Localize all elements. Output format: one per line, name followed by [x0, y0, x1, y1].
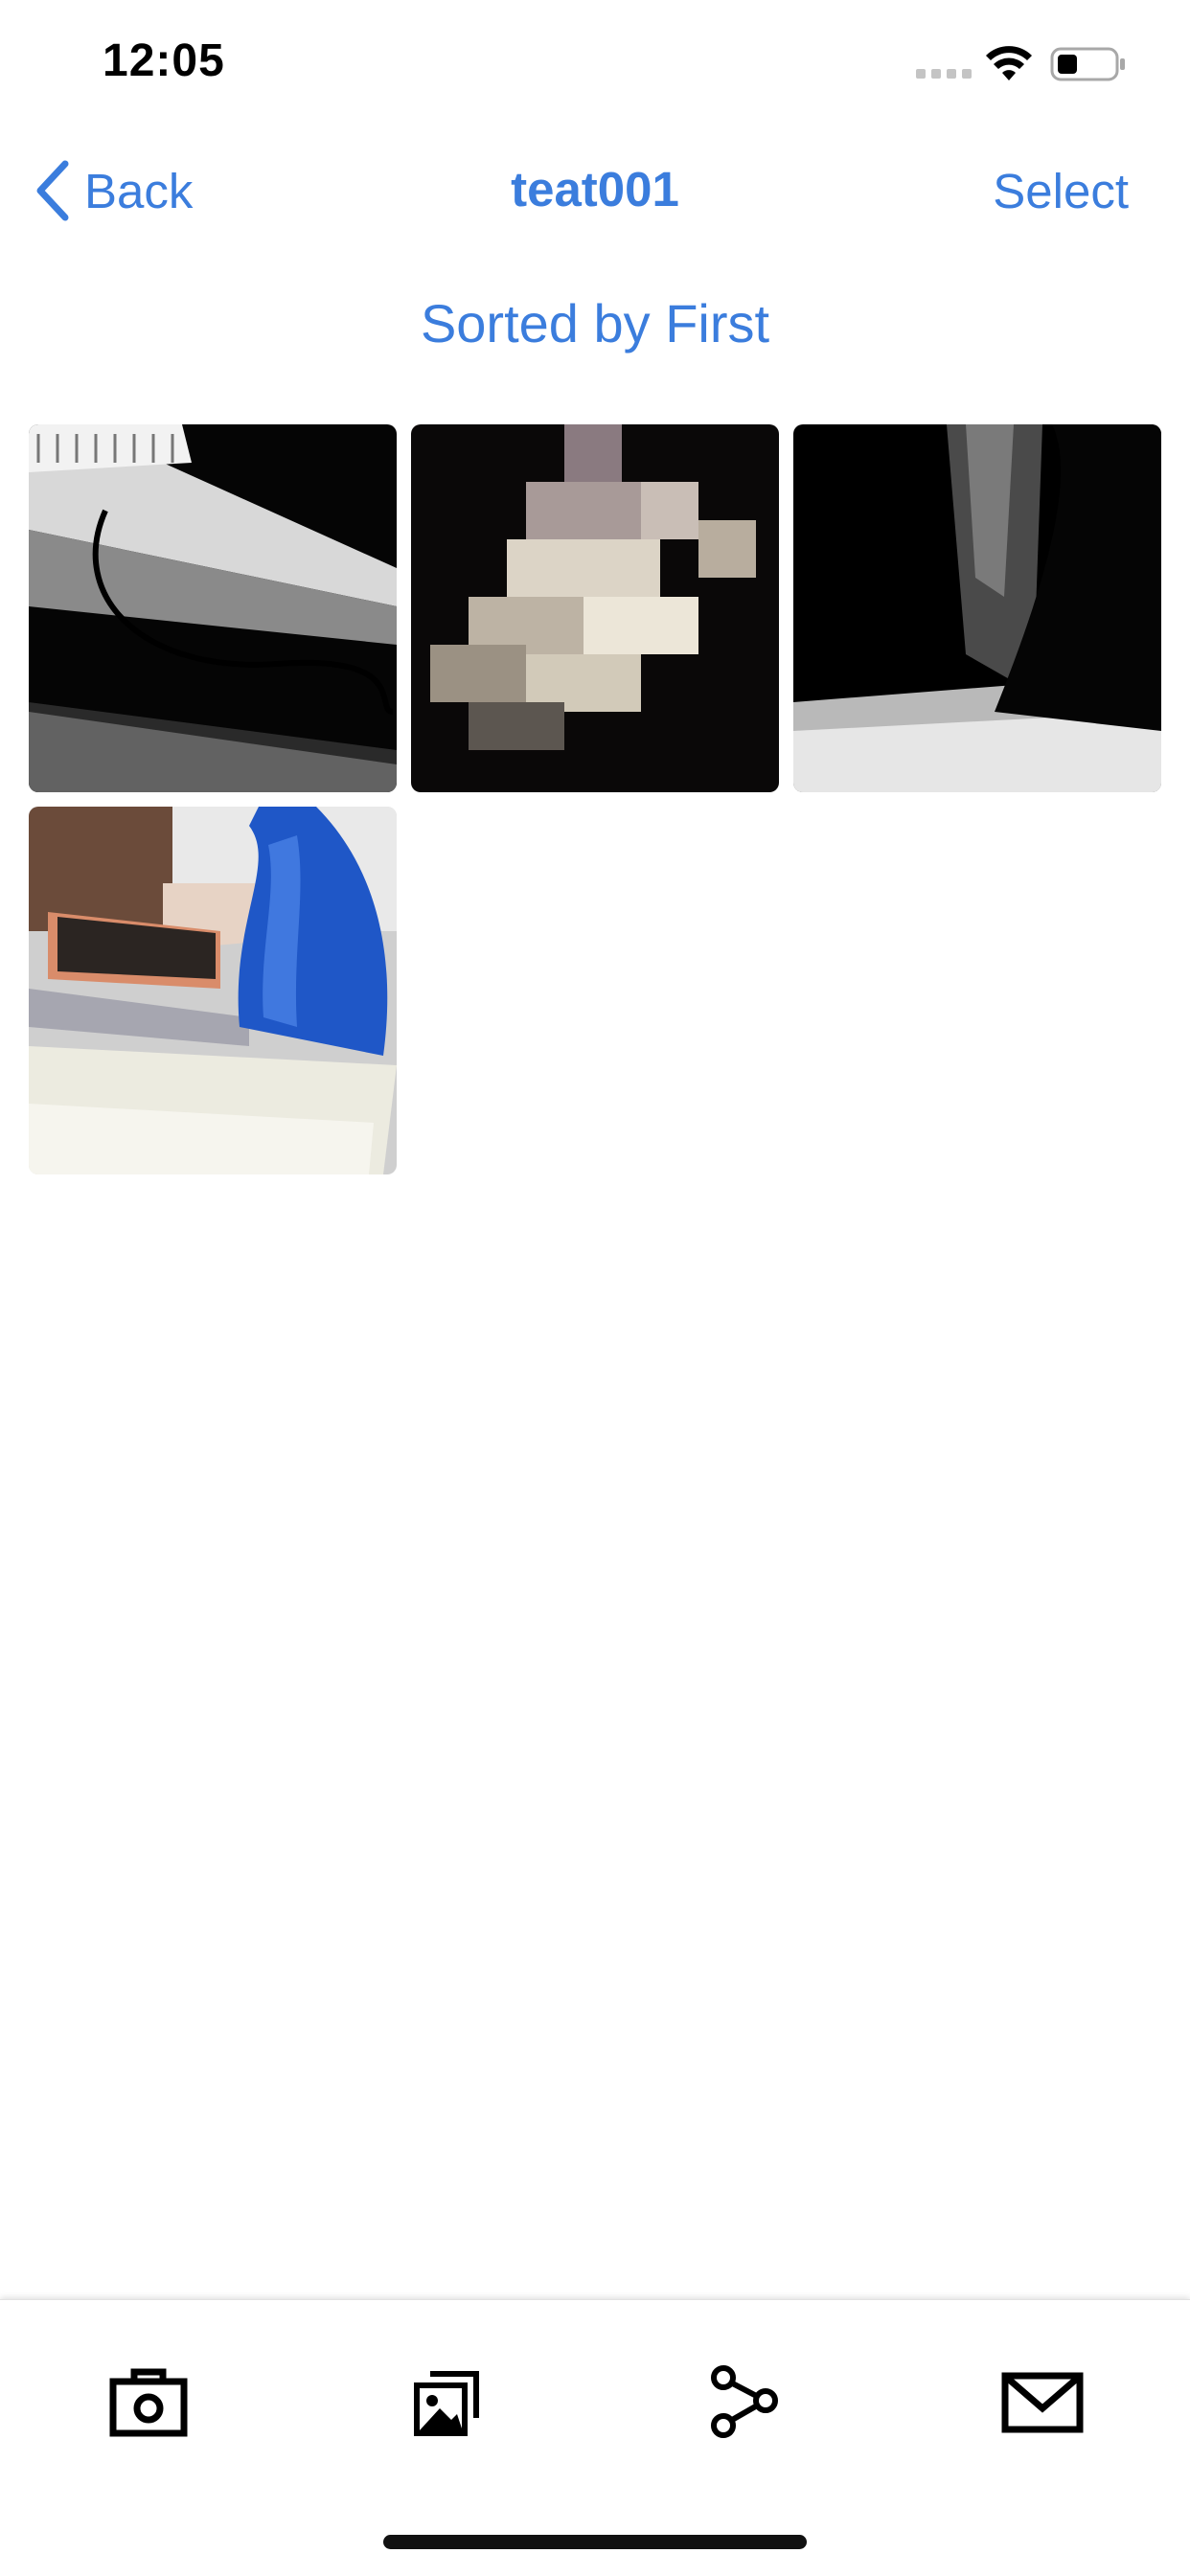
- gallery-icon: [414, 2371, 479, 2436]
- wifi-icon: [986, 46, 1032, 80]
- gallery-button[interactable]: [400, 2356, 492, 2448]
- photo-thumbnail[interactable]: [29, 807, 397, 1174]
- dark-object-photo: [793, 424, 1161, 792]
- share-button[interactable]: [698, 2356, 790, 2448]
- mail-icon: [1001, 2372, 1084, 2433]
- phone-and-bottle-photo: [29, 807, 397, 1174]
- share-icon: [711, 2365, 778, 2438]
- camera-icon: [109, 2368, 188, 2437]
- blurred-object-photo: [411, 424, 779, 792]
- photo-grid: [29, 424, 1161, 1174]
- home-indicator[interactable]: [383, 2535, 807, 2549]
- navigation-bar: Back teat001 Select: [0, 144, 1190, 236]
- sort-order-label[interactable]: Sorted by First: [0, 292, 1190, 354]
- mail-button[interactable]: [996, 2356, 1088, 2448]
- select-button[interactable]: Select: [993, 163, 1129, 219]
- camera-button[interactable]: [103, 2356, 195, 2448]
- status-bar: 12:05: [0, 0, 1190, 126]
- status-time: 12:05: [103, 35, 225, 86]
- notebook-and-cable-photo: [29, 424, 397, 792]
- signal-icon: [916, 69, 972, 79]
- photo-thumbnail[interactable]: [411, 424, 779, 792]
- photo-thumbnail[interactable]: [29, 424, 397, 792]
- photo-thumbnail[interactable]: [793, 424, 1161, 792]
- battery-icon: [1050, 47, 1125, 81]
